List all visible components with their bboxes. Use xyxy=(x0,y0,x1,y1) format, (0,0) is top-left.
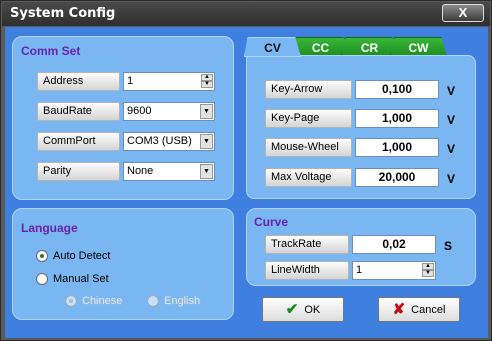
radio-icon xyxy=(147,295,159,307)
address-label: Address xyxy=(37,72,120,91)
close-icon: X xyxy=(458,5,468,20)
linewidth-label: LineWidth xyxy=(265,261,349,280)
max-voltage-label: Max Voltage xyxy=(265,168,352,187)
auto-detect-label: Auto Detect xyxy=(53,250,111,262)
key-page-unit: V xyxy=(447,113,456,127)
linewidth-spinbox[interactable]: 1 ▲ ▼ xyxy=(352,261,436,280)
mouse-wheel-input[interactable]: 1,000 xyxy=(355,138,439,157)
chinese-radio: Chinese xyxy=(65,295,122,307)
chevron-down-icon[interactable]: ▼ xyxy=(200,164,213,179)
tab-cr[interactable]: CR xyxy=(341,37,398,57)
linewidth-spinner[interactable]: ▲ ▼ xyxy=(422,263,434,278)
baudrate-select[interactable]: 9600 ▼ xyxy=(123,102,215,121)
english-radio: English xyxy=(147,295,200,307)
parity-value: None xyxy=(127,165,154,177)
comm-set-title: Comm Set xyxy=(21,44,81,58)
radio-icon xyxy=(65,295,77,307)
english-label: English xyxy=(164,295,201,307)
commport-label: CommPort xyxy=(37,132,120,151)
max-voltage-input[interactable]: 20,000 xyxy=(355,168,439,187)
parity-select[interactable]: None ▼ xyxy=(123,162,215,181)
mouse-wheel-unit: V xyxy=(447,142,456,156)
address-spinner[interactable]: ▲ ▼ xyxy=(201,74,213,89)
auto-detect-radio[interactable]: Auto Detect xyxy=(36,250,110,262)
spin-down-icon[interactable]: ▼ xyxy=(201,81,213,88)
manual-set-radio[interactable]: Manual Set xyxy=(36,273,109,285)
spin-down-icon[interactable]: ▼ xyxy=(422,270,434,277)
spin-up-icon[interactable]: ▲ xyxy=(422,263,434,270)
language-panel: Language Auto Detect Manual Set Chinese … xyxy=(12,208,234,320)
curve-title: Curve xyxy=(254,215,289,229)
max-voltage-unit: V xyxy=(447,172,456,186)
cancel-x-icon: ✘ xyxy=(392,301,406,318)
config-window: System Config X Comm Set Address 1 ▲ ▼ B… xyxy=(0,0,492,341)
address-spinbox[interactable]: 1 ▲ ▼ xyxy=(123,72,215,91)
key-arrow-input[interactable]: 0,100 xyxy=(355,80,439,99)
check-icon: ✔ xyxy=(285,301,299,318)
dialog-body: Comm Set Address 1 ▲ ▼ BaudRate 9600 ▼ C… xyxy=(5,27,488,338)
tab-cw[interactable]: CW xyxy=(390,37,447,57)
spin-up-icon[interactable]: ▲ xyxy=(201,74,213,81)
cancel-button[interactable]: ✘ Cancel xyxy=(378,297,460,322)
chinese-label: Chinese xyxy=(82,295,123,307)
key-arrow-unit: V xyxy=(447,84,456,98)
curve-panel: Curve TrackRate 0,02 S LineWidth 1 ▲ ▼ xyxy=(246,208,476,286)
commport-select[interactable]: COM3 (USB) ▼ xyxy=(123,132,215,151)
baudrate-label: BaudRate xyxy=(37,102,120,121)
cv-settings-panel: Key-Arrow 0,100 V Key-Page 1,000 V Mouse… xyxy=(246,55,476,199)
chevron-down-icon[interactable]: ▼ xyxy=(200,104,213,119)
radio-icon[interactable] xyxy=(36,250,48,262)
key-page-input[interactable]: 1,000 xyxy=(355,109,439,128)
key-arrow-label: Key-Arrow xyxy=(265,80,352,99)
close-button[interactable]: X xyxy=(442,4,484,22)
trackrate-input[interactable]: 0,02 xyxy=(352,235,436,254)
commport-value: COM3 (USB) xyxy=(127,135,192,147)
trackrate-unit: S xyxy=(444,239,453,253)
linewidth-value: 1 xyxy=(356,264,363,276)
title-bar[interactable]: System Config X xyxy=(2,2,490,26)
key-page-label: Key-Page xyxy=(265,109,352,128)
address-value: 1 xyxy=(127,75,134,87)
chevron-down-icon[interactable]: ▼ xyxy=(200,134,213,149)
window-title: System Config xyxy=(10,6,116,21)
manual-set-label: Manual Set xyxy=(53,273,109,285)
cancel-label: Cancel xyxy=(411,303,446,316)
tab-cc[interactable]: CC xyxy=(292,37,349,57)
parity-label: Parity xyxy=(37,162,120,181)
ok-label: OK xyxy=(304,303,321,316)
ok-button[interactable]: ✔ OK xyxy=(262,297,344,322)
trackrate-label: TrackRate xyxy=(265,235,349,254)
language-title: Language xyxy=(21,221,78,235)
mouse-wheel-label: Mouse-Wheel xyxy=(265,138,352,157)
radio-icon[interactable] xyxy=(36,273,48,285)
comm-set-panel: Comm Set Address 1 ▲ ▼ BaudRate 9600 ▼ C… xyxy=(12,36,234,200)
tab-cv[interactable]: CV xyxy=(244,37,301,57)
baudrate-value: 9600 xyxy=(127,105,152,117)
